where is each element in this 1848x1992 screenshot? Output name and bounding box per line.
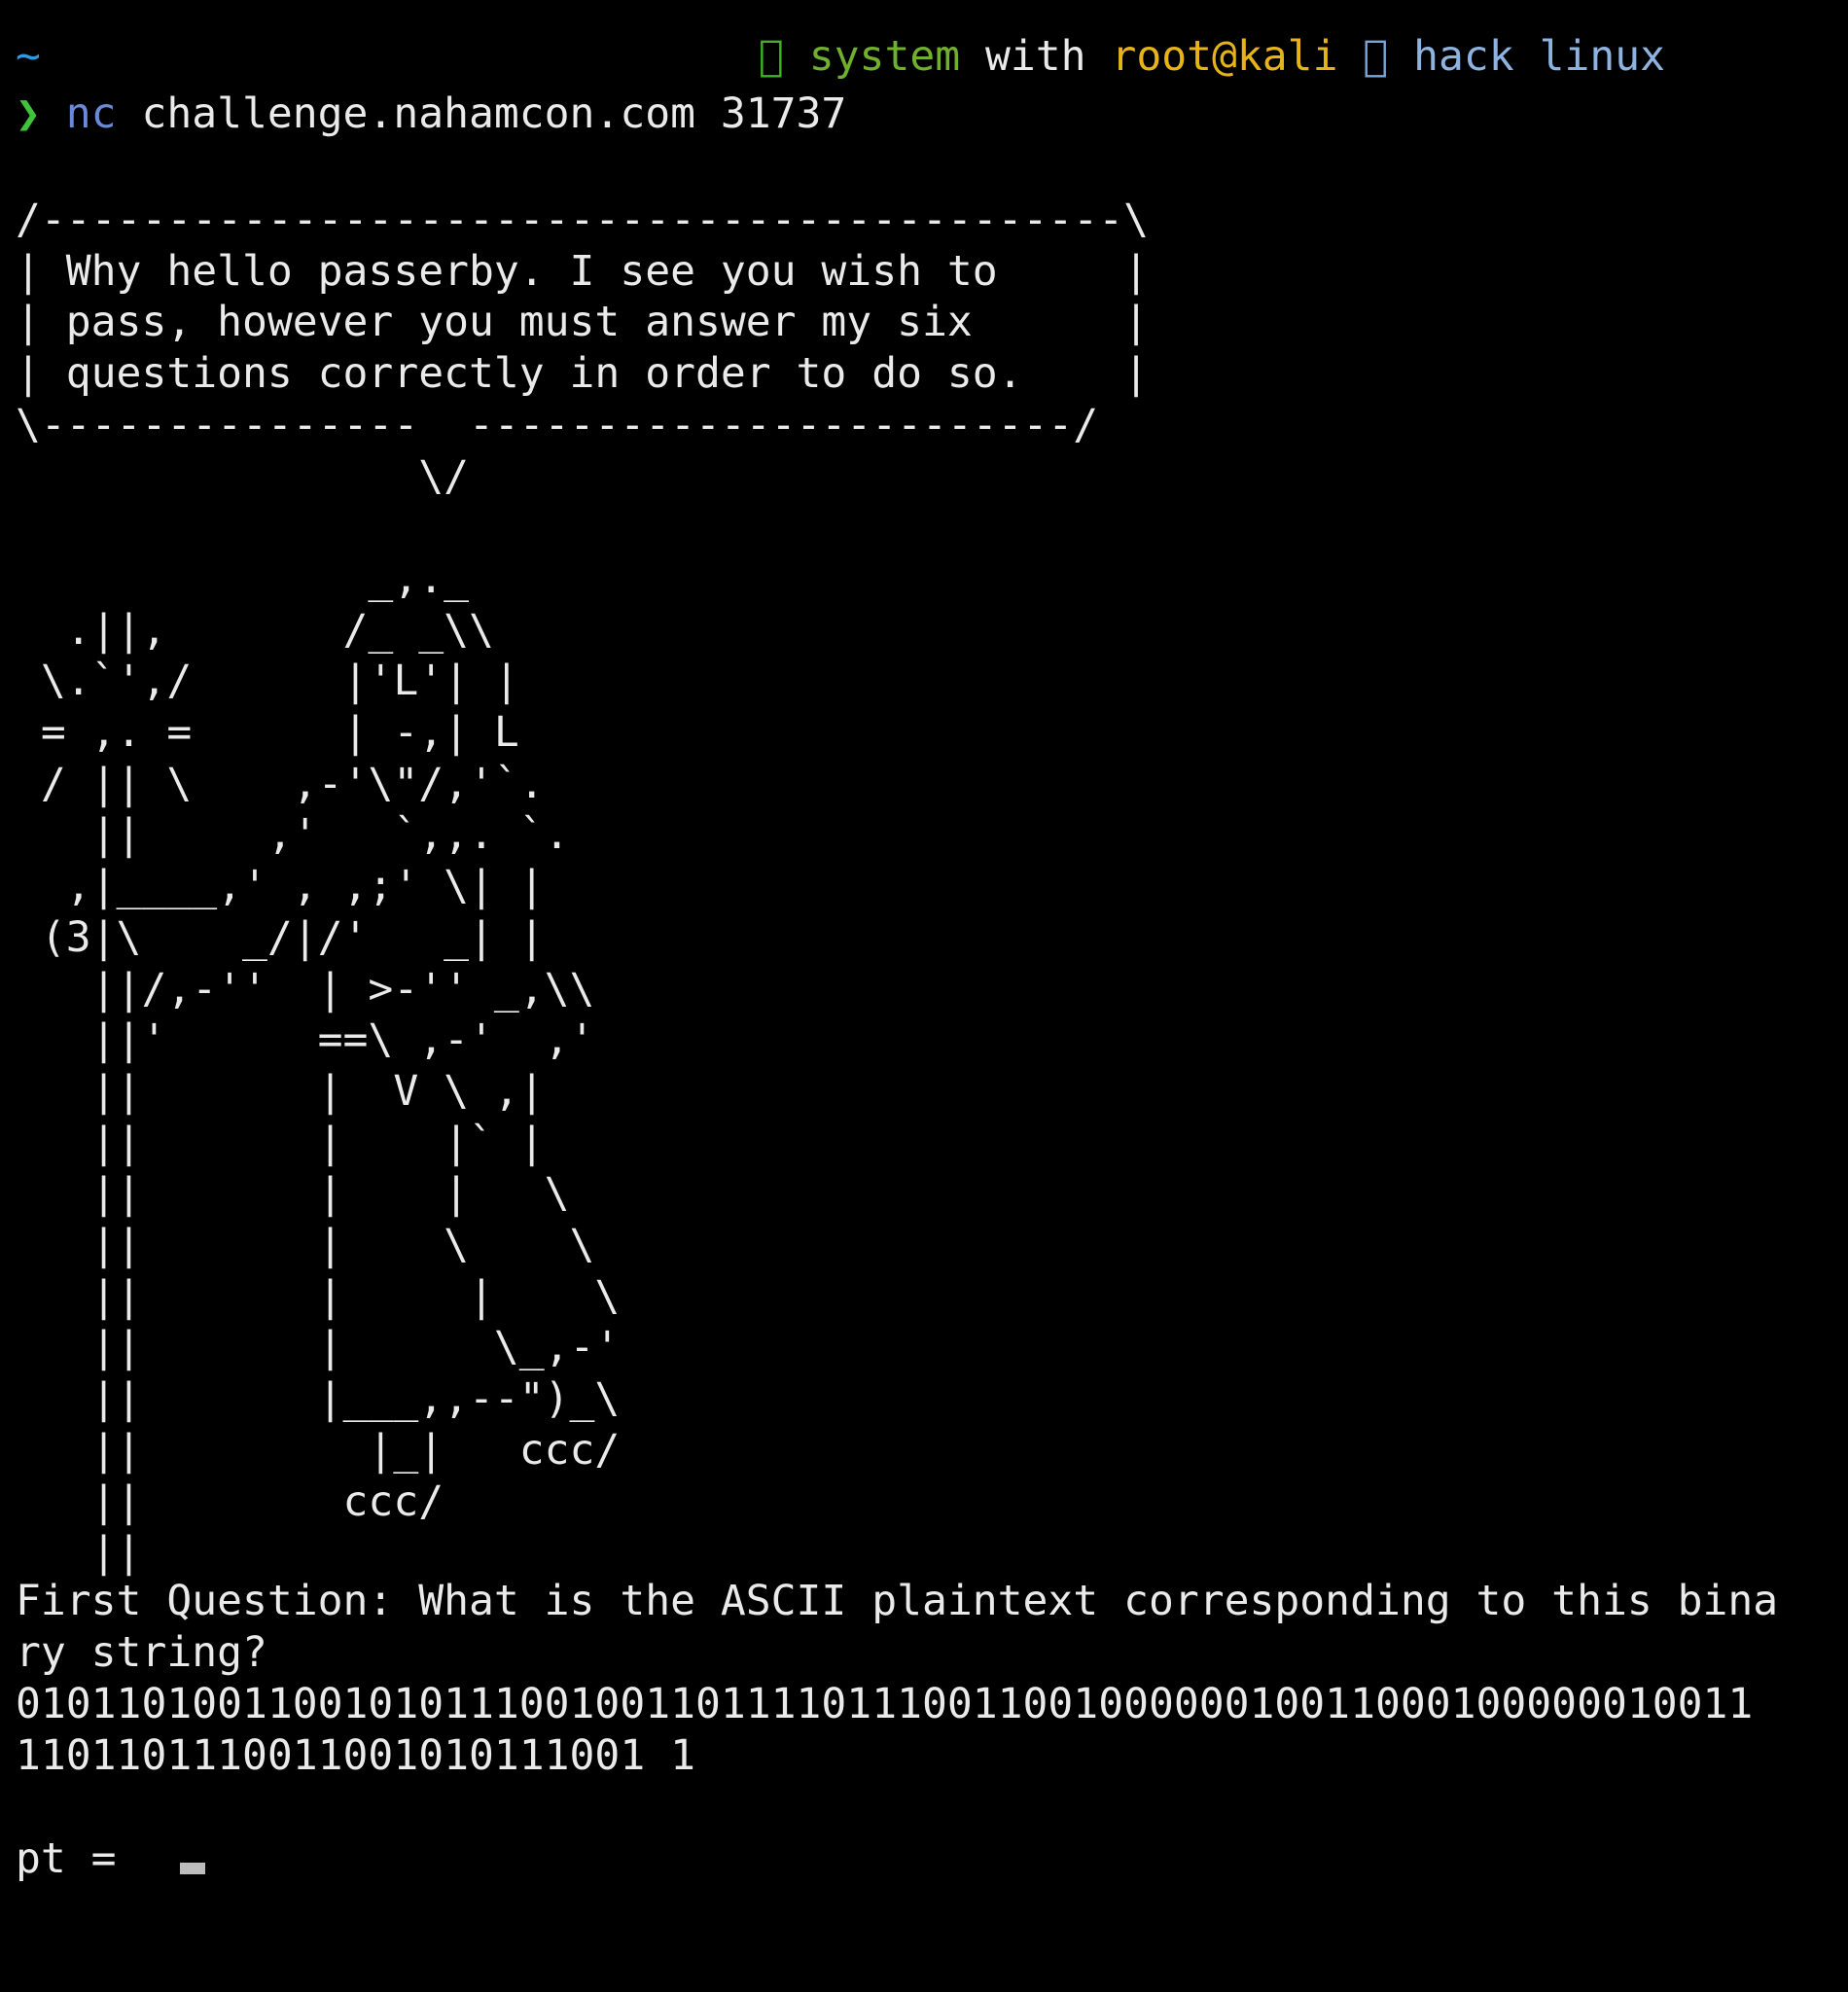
with-label: with <box>985 32 1086 81</box>
cwd-tilde: ~ <box>16 32 41 81</box>
prompt-arrow-icon: ❯ <box>16 89 41 138</box>
answer-input[interactable] <box>141 1833 180 1885</box>
system-label: system <box>808 32 961 81</box>
binary-string: 0101101001100101011100100110111101110011… <box>16 1680 1754 1780</box>
folder-icon:  <box>1363 32 1389 81</box>
answer-label: pt = <box>16 1834 142 1883</box>
dir-label-linux: linux <box>1539 32 1666 81</box>
command-args: challenge.nahamcon.com 31737 <box>141 89 847 138</box>
terminal-window: ~  system with root@kali  hack linux ❯… <box>0 0 1848 1992</box>
linux-icon:  <box>759 32 784 81</box>
ascii-art-banner: /---------------------------------------… <box>16 196 1149 1578</box>
answer-prompt[interactable]: pt = <box>16 1833 206 1885</box>
command-line: ❯ nc challenge.nahamcon.com 31737 <box>16 89 846 140</box>
user-host-label: root@kali <box>1111 32 1338 81</box>
command-name: nc <box>65 89 117 138</box>
prompt-segments:  system with root@kali  hack linux <box>759 31 1665 83</box>
text-cursor <box>180 1863 206 1874</box>
question-text: First Question: What is the ASCII plaint… <box>16 1577 1779 1677</box>
prompt-status-line: ~ <box>16 31 41 83</box>
dir-label-hack: hack <box>1413 32 1514 81</box>
